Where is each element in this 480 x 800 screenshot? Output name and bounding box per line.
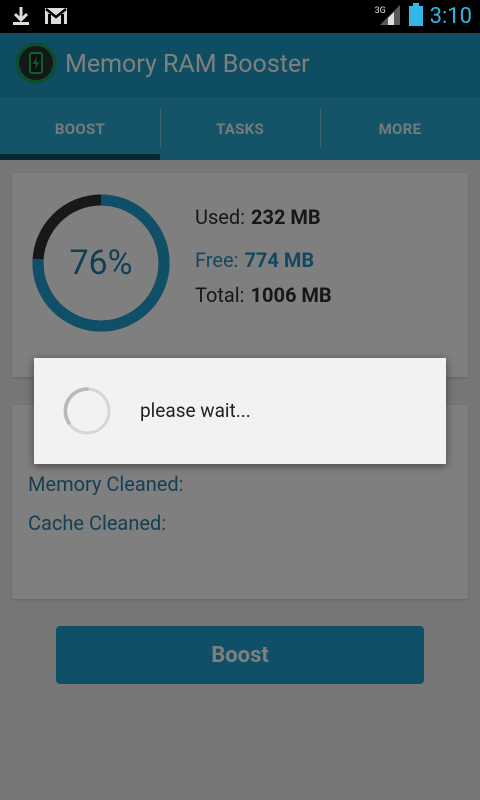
battery-icon: [408, 2, 424, 31]
clock-time: 3:10: [429, 4, 472, 29]
signal-icon: 3G: [374, 4, 402, 30]
status-bar: 3G 3:10: [0, 0, 480, 33]
loading-spinner-icon: [61, 385, 113, 437]
download-icon: [10, 5, 32, 31]
gmail-icon: [44, 6, 68, 30]
dialog-message: please wait...: [140, 399, 251, 422]
network-type-label: 3G: [374, 5, 386, 16]
progress-dialog: please wait...: [34, 358, 446, 464]
